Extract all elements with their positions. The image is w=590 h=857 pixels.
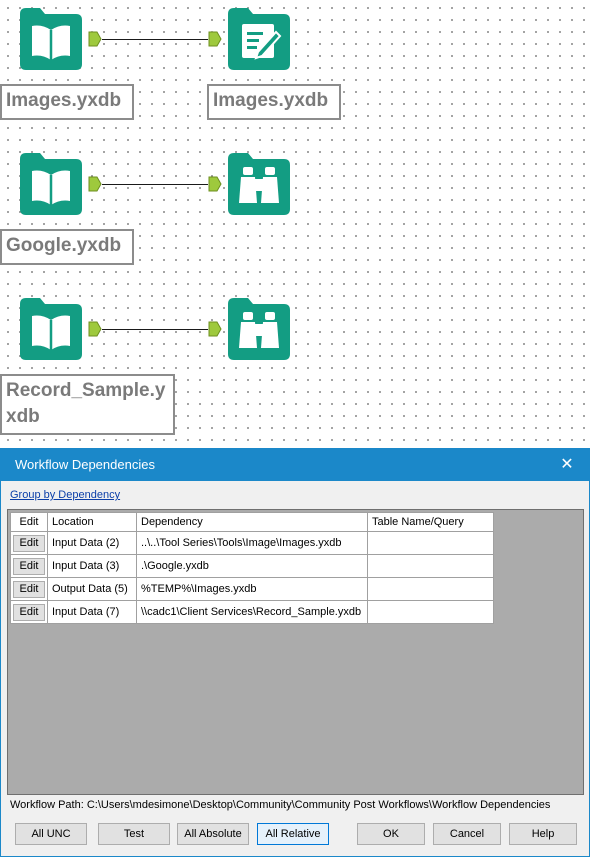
- output-data-document-icon: [228, 8, 290, 70]
- edit-button[interactable]: Edit: [13, 534, 45, 552]
- browse-tool-2[interactable]: [228, 298, 290, 360]
- input-data-book-icon: [20, 8, 82, 70]
- all-relative-button[interactable]: All Relative: [257, 823, 329, 845]
- table-header-row: Edit Location Dependency Table Name/Quer…: [10, 512, 494, 532]
- table-name-cell[interactable]: [367, 577, 494, 601]
- input-data-tool-3[interactable]: [20, 298, 82, 360]
- location-cell: Input Data (3): [47, 554, 137, 578]
- connection-line-2[interactable]: [102, 184, 208, 185]
- edit-button[interactable]: Edit: [13, 557, 45, 575]
- table-name-cell[interactable]: [367, 554, 494, 578]
- dependency-cell[interactable]: \\cadc1\Client Services\Record_Sample.yx…: [136, 600, 368, 624]
- output-anchor-3[interactable]: [88, 321, 102, 337]
- workflow-canvas[interactable]: Images.yxdb Images.yxdb Google.yxdb Reco…: [0, 0, 590, 448]
- location-cell: Input Data (2): [47, 531, 137, 555]
- edit-button[interactable]: Edit: [13, 580, 45, 598]
- input-anchor-1[interactable]: [208, 31, 222, 47]
- input-data-tool-2[interactable]: [20, 153, 82, 215]
- location-cell: Input Data (7): [47, 600, 137, 624]
- column-header-location: Location: [47, 512, 137, 532]
- workflow-dependencies-dialog: Workflow Dependencies ✕ Group by Depende…: [0, 448, 590, 857]
- output-anchor-1[interactable]: [88, 31, 102, 47]
- connection-line-3[interactable]: [102, 329, 208, 330]
- edit-cell: Edit: [10, 554, 48, 578]
- input-data-tool-1[interactable]: [20, 8, 82, 70]
- table-row: Edit Output Data (5) %TEMP%\Images.yxdb: [10, 577, 494, 601]
- table-name-cell[interactable]: [367, 531, 494, 555]
- edit-cell: Edit: [10, 531, 48, 555]
- table-name-cell[interactable]: [367, 600, 494, 624]
- connection-line-1[interactable]: [102, 39, 208, 40]
- edit-button[interactable]: Edit: [13, 603, 45, 621]
- help-button[interactable]: Help: [509, 823, 577, 845]
- tool-label-google: Google.yxdb: [0, 229, 134, 265]
- input-data-book-icon: [20, 298, 82, 360]
- edit-cell: Edit: [10, 600, 48, 624]
- dependency-cell[interactable]: ..\..\Tool Series\Tools\Image\Images.yxd…: [136, 531, 368, 555]
- location-cell: Output Data (5): [47, 577, 137, 601]
- output-data-tool[interactable]: [228, 8, 290, 70]
- tool-label-images-input: Images.yxdb: [0, 84, 134, 120]
- tool-label-record-sample: Record_Sample.y xdb: [0, 374, 175, 435]
- cancel-button[interactable]: Cancel: [433, 823, 501, 845]
- dependency-cell[interactable]: %TEMP%\Images.yxdb: [136, 577, 368, 601]
- dependency-cell[interactable]: .\Google.yxdb: [136, 554, 368, 578]
- close-icon[interactable]: ✕: [559, 449, 575, 481]
- input-data-book-icon: [20, 153, 82, 215]
- column-header-edit: Edit: [10, 512, 48, 532]
- tool-label-images-output: Images.yxdb: [207, 84, 341, 120]
- table-row: Edit Input Data (3) .\Google.yxdb: [10, 554, 494, 578]
- input-anchor-2[interactable]: [208, 176, 222, 192]
- table-row: Edit Input Data (2) ..\..\Tool Series\To…: [10, 531, 494, 555]
- test-button[interactable]: Test: [98, 823, 170, 845]
- dialog-titlebar[interactable]: Workflow Dependencies ✕: [1, 449, 589, 481]
- all-absolute-button[interactable]: All Absolute: [177, 823, 249, 845]
- edit-cell: Edit: [10, 577, 48, 601]
- group-by-dependency-link[interactable]: Group by Dependency: [10, 489, 120, 501]
- browse-binoculars-icon: [228, 153, 290, 215]
- workflow-path-text: Workflow Path: C:\Users\mdesimone\Deskto…: [10, 799, 551, 811]
- output-anchor-2[interactable]: [88, 176, 102, 192]
- ok-button[interactable]: OK: [357, 823, 425, 845]
- browse-binoculars-icon: [228, 298, 290, 360]
- dependencies-grid: Edit Location Dependency Table Name/Quer…: [7, 509, 584, 795]
- all-unc-button[interactable]: All UNC: [15, 823, 87, 845]
- browse-tool-1[interactable]: [228, 153, 290, 215]
- column-header-table-name: Table Name/Query: [367, 512, 494, 532]
- table-row: Edit Input Data (7) \\cadc1\Client Servi…: [10, 600, 494, 624]
- dialog-title: Workflow Dependencies: [15, 457, 155, 472]
- column-header-dependency: Dependency: [136, 512, 368, 532]
- dependencies-table: Edit Location Dependency Table Name/Quer…: [10, 512, 494, 624]
- input-anchor-3[interactable]: [208, 321, 222, 337]
